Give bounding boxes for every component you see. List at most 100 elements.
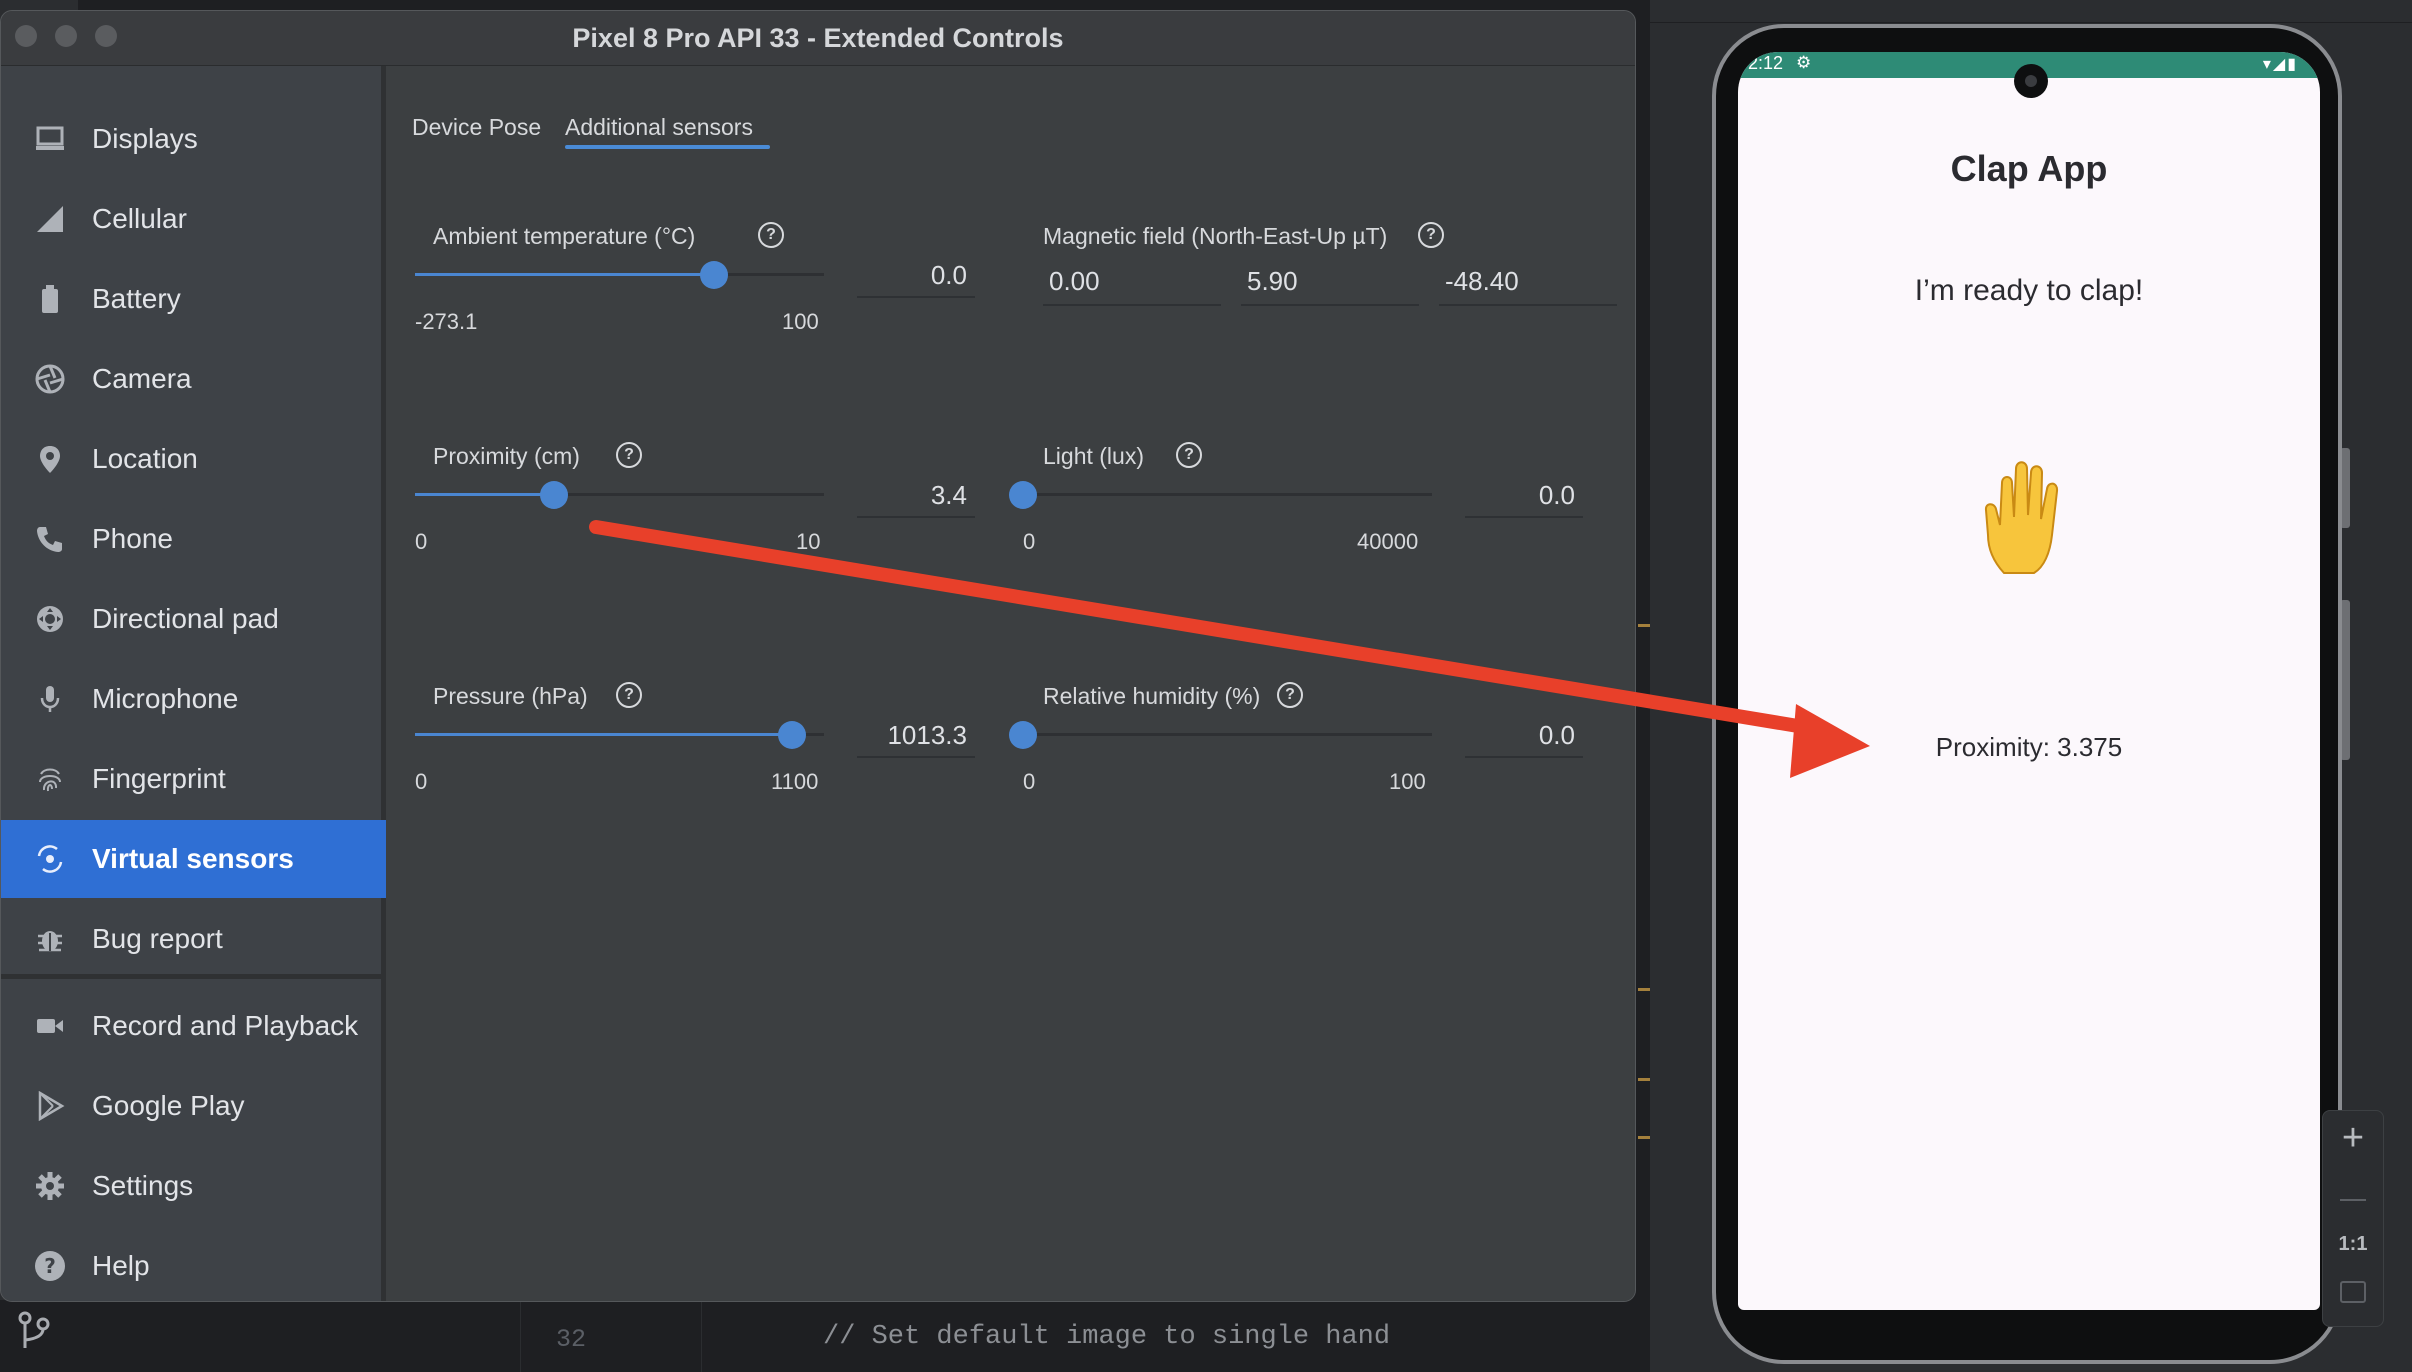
pressure-slider-thumb[interactable] bbox=[777, 721, 806, 749]
sidebar-item-label: Directional pad bbox=[92, 603, 279, 634]
help-icon[interactable]: ? bbox=[1176, 442, 1202, 468]
sidebar-item-fingerprint[interactable]: Fingerprint bbox=[1, 740, 386, 818]
ambient-temperature-label: Ambient temperature (°C) bbox=[433, 223, 696, 249]
sidebar: Displays Cellular Battery Camera Locatio… bbox=[1, 66, 386, 1301]
line-number: 32 bbox=[556, 1325, 587, 1354]
sidebar-item-label: Bug report bbox=[92, 923, 223, 954]
help-icon[interactable]: ? bbox=[1277, 682, 1303, 708]
sidebar-item-label: Cellular bbox=[92, 203, 187, 234]
app-title: Clap App bbox=[1950, 148, 2108, 189]
git-branch-icon[interactable] bbox=[16, 1310, 52, 1350]
sidebar-item-cellular[interactable]: Cellular bbox=[1, 180, 386, 258]
proximity-slider-thumb[interactable] bbox=[540, 481, 569, 509]
sidebar-item-label: Microphone bbox=[92, 683, 239, 714]
magnetic-field-label: Magnetic field (North-East-Up µT) bbox=[1043, 223, 1388, 249]
magnetic-field-x-input[interactable]: 0.00 bbox=[1043, 256, 1221, 306]
slider-min-label: 0 bbox=[415, 529, 428, 554]
slider-min-label: 0 bbox=[1023, 769, 1036, 794]
video-camera-icon bbox=[33, 1009, 67, 1043]
zoom-out-button[interactable] bbox=[2323, 1183, 2383, 1217]
sidebar-item-help[interactable]: ? Help bbox=[1, 1227, 386, 1301]
proximity-reading: Proximity: 3.375 bbox=[1935, 732, 2123, 762]
help-icon[interactable]: ? bbox=[616, 682, 642, 708]
ambient-temperature-slider-thumb[interactable] bbox=[700, 261, 729, 289]
help-icon: ? bbox=[33, 1249, 67, 1283]
sidebar-item-label: Google Play bbox=[92, 1090, 245, 1121]
fingerprint-icon bbox=[33, 762, 67, 796]
camera-aperture-icon bbox=[33, 362, 67, 396]
ambient-temperature-input[interactable]: 0.0 bbox=[857, 256, 975, 298]
slider-min-label: 0 bbox=[415, 769, 428, 794]
gear-icon bbox=[33, 1169, 67, 1203]
sidebar-item-location[interactable]: Location bbox=[1, 420, 386, 498]
light-input[interactable]: 0.0 bbox=[1465, 476, 1583, 518]
bug-icon bbox=[33, 922, 67, 956]
proximity-label: Proximity (cm) bbox=[433, 443, 580, 469]
help-icon[interactable]: ? bbox=[758, 222, 784, 248]
editor-gutter bbox=[520, 1300, 702, 1372]
cellular-signal-icon bbox=[33, 202, 67, 236]
sidebar-item-displays[interactable]: Displays bbox=[1, 100, 386, 178]
relative-humidity-slider-thumb[interactable] bbox=[1009, 721, 1037, 749]
svg-text:?: ? bbox=[44, 1254, 56, 1278]
proximity-input[interactable]: 3.4 bbox=[857, 476, 975, 518]
settings-gear-icon: ⚙ bbox=[1796, 53, 1812, 72]
zoom-in-button[interactable]: + bbox=[2323, 1117, 2383, 1160]
sidebar-item-label: Settings bbox=[92, 1170, 194, 1201]
sidebar-item-settings[interactable]: Settings bbox=[1, 1147, 386, 1225]
dpad-icon bbox=[33, 602, 67, 636]
error-stripe-mark bbox=[1638, 1078, 1650, 1081]
sidebar-item-label: Phone bbox=[92, 523, 173, 554]
phone-icon bbox=[33, 522, 67, 556]
tab-additional-sensors[interactable]: Additional sensors bbox=[565, 114, 753, 141]
pressure-label: Pressure (hPa) bbox=[433, 683, 588, 709]
tab-device-pose[interactable]: Device Pose bbox=[412, 114, 541, 141]
slider-min-label: -273.1 bbox=[415, 309, 478, 334]
slider-max-label: 1100 bbox=[771, 769, 819, 794]
extended-controls-window: Pixel 8 Pro API 33 - Extended Controls D… bbox=[0, 10, 1636, 1302]
slider-track bbox=[1023, 493, 1432, 496]
selected-tab-indicator bbox=[565, 145, 770, 149]
slider-fill bbox=[415, 493, 555, 496]
sidebar-item-bug-report[interactable]: Bug report bbox=[1, 900, 386, 978]
sidebar-item-microphone[interactable]: Microphone bbox=[1, 660, 386, 738]
magnetic-field-z-input[interactable]: -48.40 bbox=[1439, 256, 1617, 306]
sidebar-item-google-play[interactable]: Google Play bbox=[1, 1067, 386, 1145]
microphone-icon bbox=[33, 682, 67, 716]
sidebar-item-phone[interactable]: Phone bbox=[1, 500, 386, 578]
play-store-icon bbox=[33, 1089, 67, 1123]
sidebar-item-virtual-sensors[interactable]: Virtual sensors bbox=[1, 820, 386, 898]
pressure-input[interactable]: 1013.3 bbox=[857, 716, 975, 758]
sidebar-item-label: Virtual sensors bbox=[92, 843, 294, 874]
sidebar-item-camera[interactable]: Camera bbox=[1, 340, 386, 418]
error-stripe-mark bbox=[1638, 1136, 1650, 1139]
battery-icon bbox=[33, 282, 67, 316]
error-stripe-mark bbox=[1638, 624, 1650, 627]
sidebar-item-directional-pad[interactable]: Directional pad bbox=[1, 580, 386, 658]
relative-humidity-input[interactable]: 0.0 bbox=[1465, 716, 1583, 758]
magnetic-field-y-input[interactable]: 5.90 bbox=[1241, 256, 1419, 306]
sidebar-item-battery[interactable]: Battery bbox=[1, 260, 386, 338]
light-slider-thumb[interactable] bbox=[1009, 481, 1037, 509]
sidebar-item-record-and-playback[interactable]: Record and Playback bbox=[1, 987, 386, 1065]
sidebar-item-label: Location bbox=[92, 443, 198, 474]
slider-track bbox=[1023, 733, 1432, 736]
slider-max-label: 10 bbox=[796, 529, 821, 554]
light-label: Light (lux) bbox=[1043, 443, 1144, 469]
slider-min-label: 0 bbox=[1023, 529, 1036, 554]
sidebar-item-label: Record and Playback bbox=[92, 1010, 359, 1041]
help-icon[interactable]: ? bbox=[1418, 222, 1444, 248]
raised-hand-icon bbox=[1738, 455, 2320, 580]
zoom-fit-icon[interactable] bbox=[2323, 1281, 2383, 1303]
sensors-panel: Device Pose Additional sensors Ambient t… bbox=[386, 66, 1635, 1301]
window-title: Pixel 8 Pro API 33 - Extended Controls bbox=[572, 23, 1064, 53]
code-comment-line: // Set default image to single hand bbox=[823, 1322, 1391, 1352]
relative-humidity-label: Relative humidity (%) bbox=[1043, 683, 1261, 709]
zoom-actual-size-button[interactable]: 1:1 bbox=[2323, 1233, 2383, 1256]
slider-max-label: 40000 bbox=[1357, 529, 1419, 554]
monitor-icon bbox=[33, 122, 67, 156]
slider-fill bbox=[415, 733, 792, 736]
sidebar-item-label: Displays bbox=[92, 123, 198, 154]
error-stripe-mark bbox=[1638, 988, 1650, 991]
help-icon[interactable]: ? bbox=[616, 442, 642, 468]
